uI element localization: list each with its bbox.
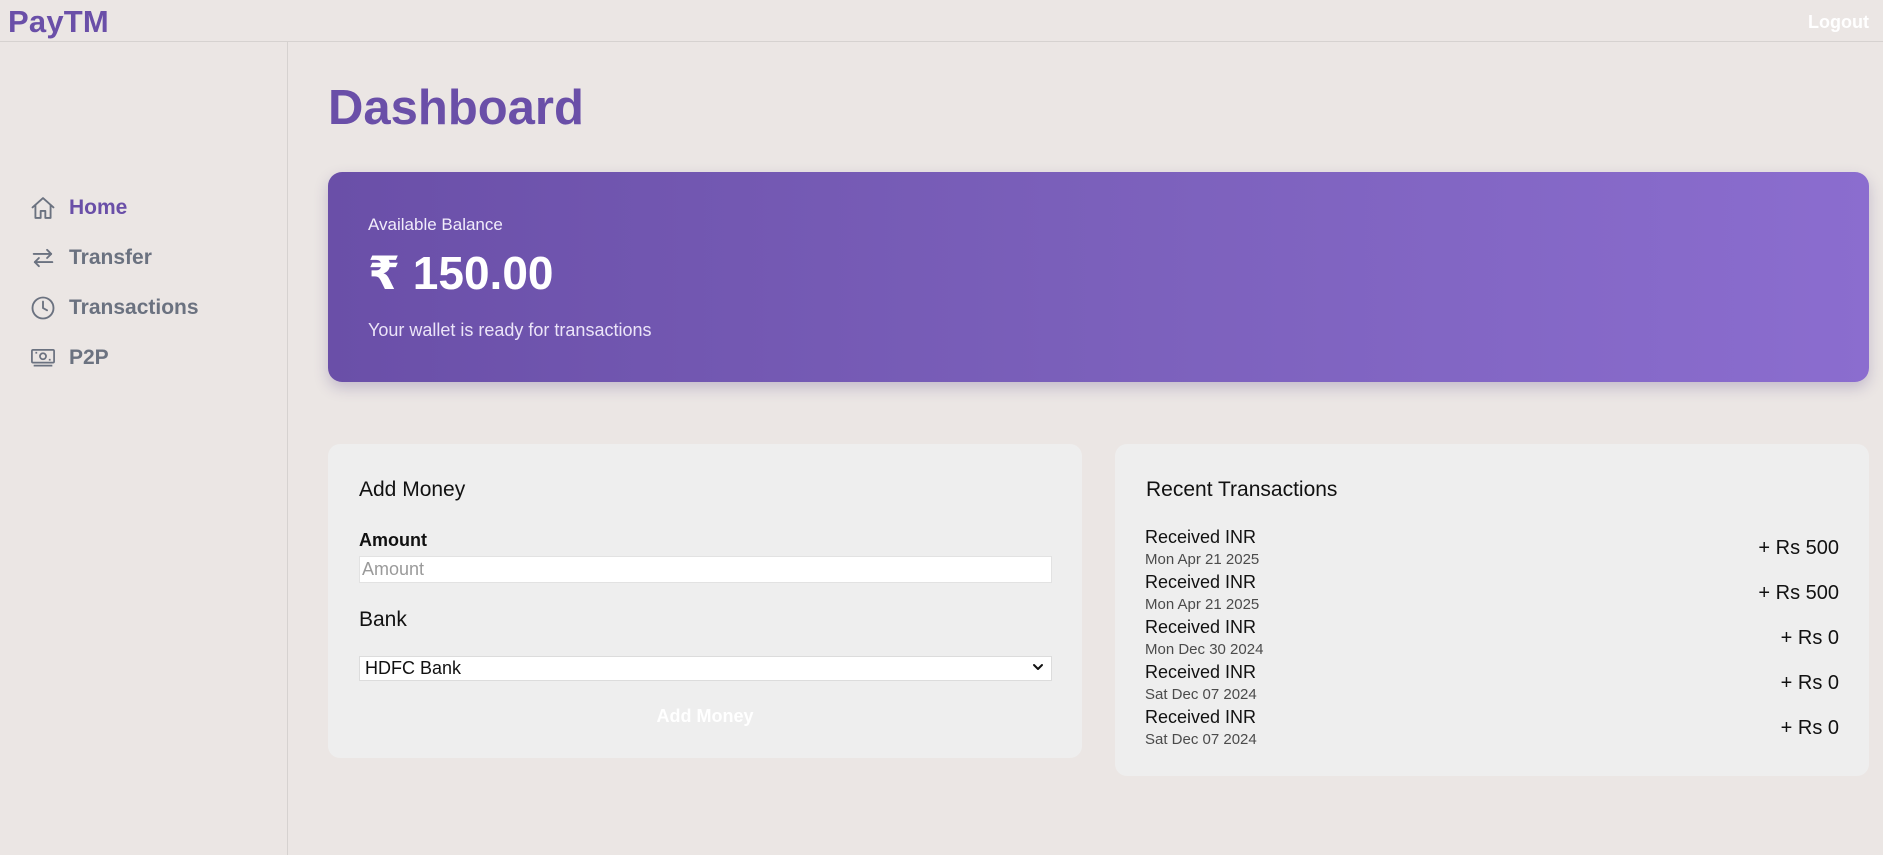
home-icon bbox=[29, 194, 57, 222]
sidebar-item-home[interactable]: Home bbox=[29, 192, 127, 224]
bank-select[interactable]: HDFC Bank bbox=[359, 656, 1052, 681]
banknote-icon bbox=[29, 344, 57, 372]
recent-transactions-card: Recent Transactions Received INR Mon Apr… bbox=[1115, 444, 1869, 776]
amount-input[interactable] bbox=[359, 556, 1052, 583]
add-money-card: Add Money Amount Bank HDFC Bank Add Mone… bbox=[328, 444, 1082, 758]
sidebar-item-transfer[interactable]: Transfer bbox=[29, 242, 152, 274]
chevron-down-icon bbox=[1031, 658, 1045, 679]
transaction-row: Received INR Sat Dec 07 2024 + Rs 0 bbox=[1145, 707, 1839, 751]
bank-label: Bank bbox=[359, 608, 407, 631]
recent-transactions-title: Recent Transactions bbox=[1146, 478, 1338, 501]
sidebar-item-label: Transactions bbox=[69, 296, 199, 319]
transaction-title: Received INR bbox=[1145, 617, 1257, 637]
transaction-amount: + Rs 500 bbox=[1758, 582, 1839, 604]
brand-logo[interactable]: PayTM bbox=[8, 4, 109, 40]
transaction-row: Received INR Mon Apr 21 2025 + Rs 500 bbox=[1145, 572, 1839, 616]
sidebar-item-label: Home bbox=[69, 196, 128, 219]
balance-note: Your wallet is ready for transactions bbox=[368, 320, 652, 340]
bank-selected-value: HDFC Bank bbox=[365, 658, 462, 678]
transaction-amount: + Rs 0 bbox=[1780, 627, 1839, 649]
transaction-row: Received INR Mon Apr 21 2025 + Rs 500 bbox=[1145, 527, 1839, 571]
add-money-button[interactable]: Add Money bbox=[328, 706, 1082, 727]
sidebar-item-p2p[interactable]: P2P bbox=[29, 342, 109, 374]
transaction-date: Mon Apr 21 2025 bbox=[1145, 551, 1260, 568]
balance-card: Available Balance ₹ 150.00 Your wallet i… bbox=[328, 172, 1869, 382]
balance-label: Available Balance bbox=[368, 215, 503, 234]
transaction-title: Received INR bbox=[1145, 662, 1257, 682]
transaction-date: Sat Dec 07 2024 bbox=[1145, 731, 1257, 748]
add-money-title: Add Money bbox=[359, 478, 466, 501]
transaction-row: Received INR Sat Dec 07 2024 + Rs 0 bbox=[1145, 662, 1839, 706]
transaction-amount: + Rs 0 bbox=[1780, 717, 1839, 739]
transaction-date: Mon Dec 30 2024 bbox=[1145, 641, 1264, 658]
transaction-title: Received INR bbox=[1145, 707, 1257, 727]
amount-label: Amount bbox=[359, 530, 427, 550]
transaction-title: Received INR bbox=[1145, 572, 1257, 592]
transaction-date: Mon Apr 21 2025 bbox=[1145, 596, 1260, 613]
transaction-title: Received INR bbox=[1145, 527, 1257, 547]
top-bar: PayTM Logout bbox=[0, 0, 1883, 42]
sidebar-item-label: Transfer bbox=[69, 246, 152, 269]
page-title: Dashboard bbox=[328, 81, 584, 135]
transaction-date: Sat Dec 07 2024 bbox=[1145, 686, 1257, 703]
transaction-amount: + Rs 500 bbox=[1758, 537, 1839, 559]
sidebar: Home Transfer Transactions P2P bbox=[0, 42, 288, 855]
clock-icon bbox=[29, 294, 57, 322]
sidebar-item-label: P2P bbox=[69, 346, 109, 369]
transaction-row: Received INR Mon Dec 30 2024 + Rs 0 bbox=[1145, 617, 1839, 661]
arrows-transfer-icon bbox=[29, 244, 57, 272]
sidebar-item-transactions[interactable]: Transactions bbox=[29, 292, 199, 324]
logout-button[interactable]: Logout bbox=[1808, 12, 1869, 33]
transaction-amount: + Rs 0 bbox=[1780, 672, 1839, 694]
balance-amount: ₹ 150.00 bbox=[368, 247, 554, 299]
